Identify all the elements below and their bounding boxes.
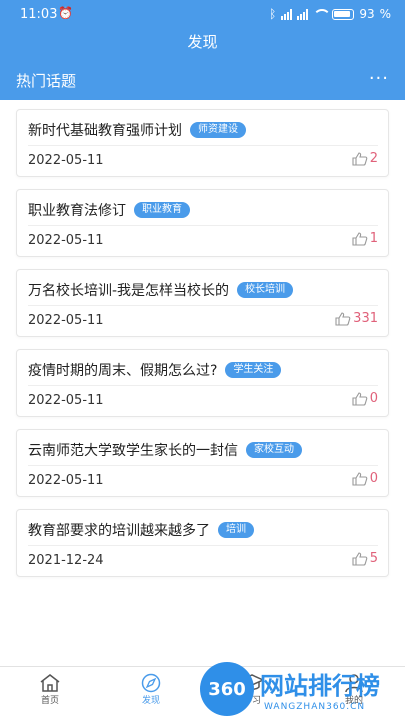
divider bbox=[28, 465, 378, 466]
topic-date: 2022-05-11 bbox=[28, 153, 104, 168]
topic-card[interactable]: 万名校长培训-我是怎样当校长的 校长培训 2022-05-11 331 bbox=[16, 269, 389, 337]
tab-label: 首页 bbox=[40, 696, 59, 706]
like-count: 5 bbox=[369, 551, 378, 566]
like-button[interactable]: 331 bbox=[335, 311, 378, 326]
page-title: 发现 bbox=[187, 33, 218, 51]
like-count: 1 bbox=[369, 231, 378, 246]
topic-card[interactable]: 新时代基础教育强师计划 师资建设 2022-05-11 2 bbox=[16, 109, 389, 177]
battery-icon bbox=[332, 8, 355, 20]
clock: 11:03 bbox=[20, 7, 58, 22]
topic-tag[interactable]: 职业教育 bbox=[134, 202, 190, 218]
topic-title: 教育部要求的培训越来越多了 bbox=[28, 523, 210, 539]
signal-icon bbox=[281, 8, 293, 20]
thumbs-up-icon bbox=[352, 391, 368, 406]
bluetooth-icon: ᛒ bbox=[269, 7, 277, 21]
divider bbox=[28, 545, 378, 546]
like-count: 331 bbox=[353, 311, 378, 326]
topic-date: 2022-05-11 bbox=[28, 393, 104, 408]
status-bar: 11:03 ⏰ ᛒ 93% bbox=[0, 0, 405, 30]
topic-tag[interactable]: 培训 bbox=[218, 522, 254, 538]
compass-icon bbox=[121, 673, 181, 693]
thumbs-up-icon bbox=[352, 471, 368, 486]
topic-date: 2022-05-11 bbox=[28, 233, 104, 248]
topic-date: 2022-05-11 bbox=[28, 313, 104, 328]
topic-tag[interactable]: 校长培训 bbox=[237, 282, 294, 298]
like-count: 0 bbox=[369, 391, 378, 406]
tab-label: 发现 bbox=[141, 696, 160, 706]
thumbs-up-icon bbox=[352, 551, 368, 566]
topic-card[interactable]: 教育部要求的培训越来越多了 培训 2021-12-24 5 bbox=[16, 509, 389, 577]
divider bbox=[28, 385, 378, 386]
battery-level: 93 bbox=[359, 7, 375, 21]
status-icons: ᛒ 93% bbox=[269, 7, 391, 21]
like-button[interactable]: 0 bbox=[352, 391, 378, 406]
topic-date: 2021-12-24 bbox=[28, 553, 104, 568]
like-button[interactable]: 1 bbox=[352, 231, 378, 246]
tab-discover[interactable]: 发现 bbox=[121, 673, 181, 706]
thumbs-up-icon bbox=[335, 311, 351, 326]
like-count: 2 bbox=[369, 151, 378, 166]
divider bbox=[28, 225, 378, 226]
app-header: 11:03 ⏰ ᛒ 93% 发现 热门话题 ··· bbox=[0, 0, 405, 100]
like-button[interactable]: 5 bbox=[352, 551, 378, 566]
watermark-text: 网站排行榜 bbox=[260, 672, 380, 700]
thumbs-up-icon bbox=[352, 231, 368, 246]
topic-title: 职业教育法修订 bbox=[28, 203, 126, 219]
topic-title: 万名校长培训-我是怎样当校长的 bbox=[28, 283, 230, 299]
tab-home[interactable]: 首页 bbox=[20, 673, 80, 706]
like-count: 0 bbox=[369, 471, 378, 486]
alarm-icon: ⏰ bbox=[58, 6, 73, 20]
like-button[interactable]: 0 bbox=[352, 471, 378, 486]
topic-tag[interactable]: 家校互动 bbox=[246, 442, 302, 458]
watermark-logo: 360 网站排行榜 WANGZHAN360.CN bbox=[198, 658, 405, 720]
topic-card[interactable]: 职业教育法修订 职业教育 2022-05-11 1 bbox=[16, 189, 389, 257]
signal-icon-2 bbox=[297, 8, 309, 20]
thumbs-up-icon bbox=[352, 151, 368, 166]
topic-tag[interactable]: 师资建设 bbox=[190, 122, 246, 138]
like-button[interactable]: 2 bbox=[352, 151, 378, 166]
topic-title: 疫情时期的周末、假期怎么过? bbox=[28, 363, 218, 379]
divider bbox=[28, 145, 378, 146]
percent-sign: % bbox=[379, 7, 391, 21]
home-icon bbox=[20, 673, 80, 693]
watermark-badge: 360 bbox=[200, 662, 254, 716]
topic-tag[interactable]: 学生关注 bbox=[225, 362, 282, 378]
watermark-url: WANGZHAN360.CN bbox=[264, 702, 366, 712]
topic-card[interactable]: 疫情时期的周末、假期怎么过? 学生关注 2022-05-11 0 bbox=[16, 349, 389, 417]
topic-card[interactable]: 云南师范大学致学生家长的一封信 家校互动 2022-05-11 0 bbox=[16, 429, 389, 497]
divider bbox=[28, 305, 378, 306]
more-icon[interactable]: ··· bbox=[369, 68, 389, 89]
topic-title: 新时代基础教育强师计划 bbox=[28, 123, 182, 139]
topic-date: 2022-05-11 bbox=[28, 473, 104, 488]
wifi-icon bbox=[313, 9, 332, 19]
section-title: 热门话题 bbox=[16, 72, 77, 90]
topic-title: 云南师范大学致学生家长的一封信 bbox=[28, 443, 238, 459]
